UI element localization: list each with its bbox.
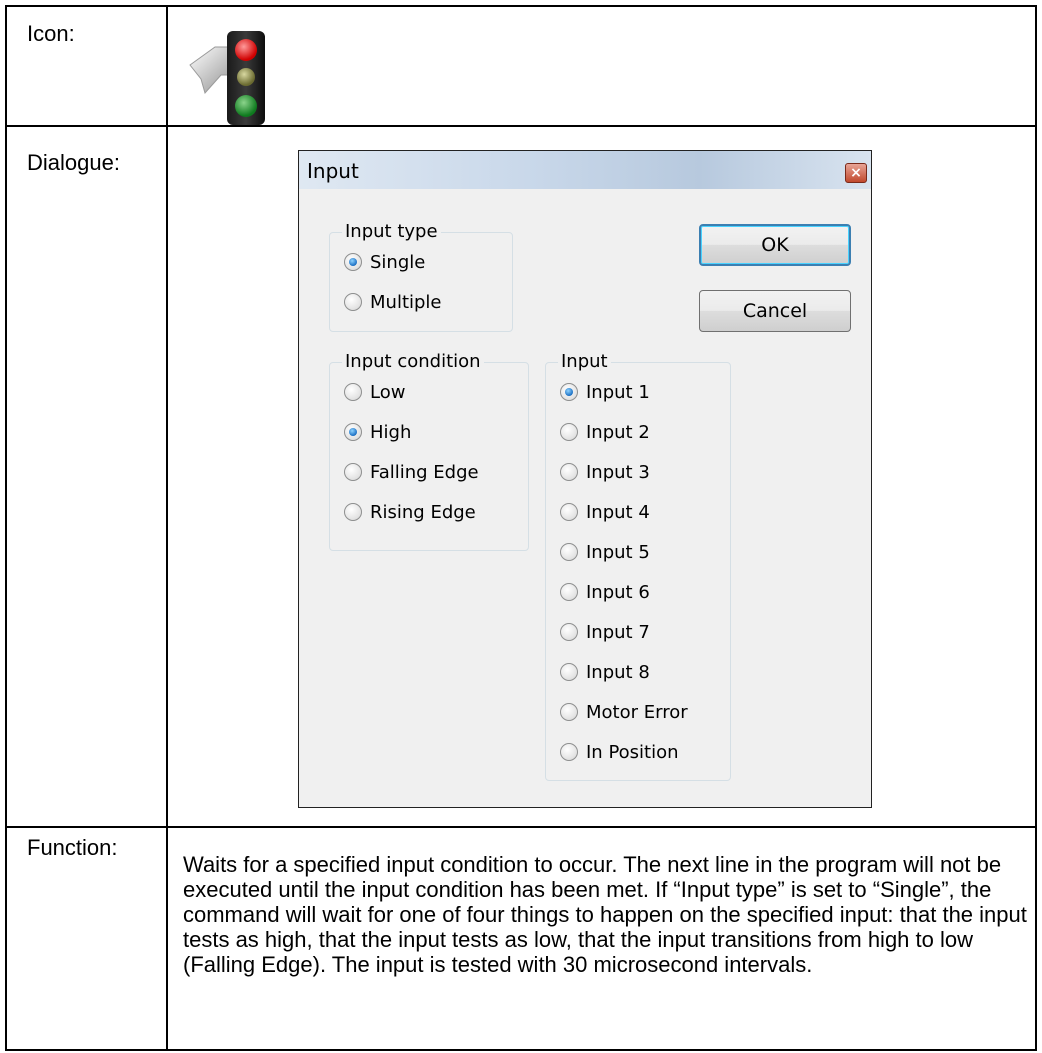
radio-label: High bbox=[370, 421, 412, 443]
dialogue-row-label: Dialogue: bbox=[27, 150, 120, 175]
radio-button[interactable] bbox=[560, 463, 578, 481]
radio-single[interactable]: Single bbox=[344, 250, 425, 274]
input-condition-group-title: Input condition bbox=[342, 351, 484, 372]
radio-label: Input 5 bbox=[586, 541, 650, 563]
radio-button-checked[interactable] bbox=[344, 253, 362, 271]
close-icon: × bbox=[850, 165, 862, 181]
radio-button[interactable] bbox=[560, 663, 578, 681]
radio-label: Input 4 bbox=[586, 501, 650, 523]
radio-input-8[interactable]: Input 8 bbox=[560, 660, 650, 684]
radio-label: Input 8 bbox=[586, 661, 650, 683]
radio-input-4[interactable]: Input 4 bbox=[560, 500, 650, 524]
radio-label: Low bbox=[370, 381, 406, 403]
radio-button-checked[interactable] bbox=[344, 423, 362, 441]
radio-button[interactable] bbox=[344, 293, 362, 311]
cancel-button[interactable]: Cancel bbox=[699, 290, 851, 332]
radio-high[interactable]: High bbox=[344, 420, 411, 444]
radio-input-1[interactable]: Input 1 bbox=[560, 380, 650, 404]
traffic-light-icon bbox=[187, 27, 287, 127]
radio-label: Single bbox=[370, 251, 426, 273]
radio-falling-edge[interactable]: Falling Edge bbox=[344, 460, 479, 484]
dialog-client-area: Input type Single Multiple OK Cancel Inp… bbox=[299, 189, 871, 807]
function-description: Waits for a specified input condition to… bbox=[183, 852, 1027, 977]
radio-button[interactable] bbox=[344, 463, 362, 481]
row-divider-2 bbox=[7, 826, 1035, 828]
radio-multiple[interactable]: Multiple bbox=[344, 290, 442, 314]
radio-rising-edge[interactable]: Rising Edge bbox=[344, 500, 476, 524]
radio-input-3[interactable]: Input 3 bbox=[560, 460, 650, 484]
dialog-titlebar[interactable]: Input × bbox=[299, 151, 871, 189]
radio-label: Multiple bbox=[370, 291, 442, 313]
radio-label: Motor Error bbox=[586, 701, 688, 723]
radio-label: Rising Edge bbox=[370, 501, 476, 523]
radio-label: Falling Edge bbox=[370, 461, 479, 483]
radio-button[interactable] bbox=[560, 543, 578, 561]
column-divider bbox=[166, 7, 168, 1049]
input-group: Input Input 1 Input 2 Input 3 Input 4 In… bbox=[545, 351, 731, 781]
radio-button-checked[interactable] bbox=[560, 383, 578, 401]
radio-button[interactable] bbox=[560, 623, 578, 641]
function-row-label: Function: bbox=[27, 835, 118, 860]
close-button[interactable]: × bbox=[845, 163, 867, 183]
row-divider-1 bbox=[7, 125, 1035, 127]
ok-button[interactable]: OK bbox=[699, 224, 851, 266]
icon-row-label: Icon: bbox=[27, 21, 75, 46]
radio-input-2[interactable]: Input 2 bbox=[560, 420, 650, 444]
radio-button[interactable] bbox=[560, 743, 578, 761]
radio-button[interactable] bbox=[560, 703, 578, 721]
radio-button[interactable] bbox=[560, 583, 578, 601]
radio-button[interactable] bbox=[560, 503, 578, 521]
input-type-group-title: Input type bbox=[342, 221, 441, 242]
radio-label: Input 2 bbox=[586, 421, 650, 443]
radio-label: Input 6 bbox=[586, 581, 650, 603]
radio-input-5[interactable]: Input 5 bbox=[560, 540, 650, 564]
radio-button[interactable] bbox=[344, 383, 362, 401]
radio-in-position[interactable]: In Position bbox=[560, 740, 679, 764]
input-condition-group: Input condition Low High Falling Edge Ri… bbox=[329, 351, 529, 551]
radio-label: Input 1 bbox=[586, 381, 650, 403]
radio-motor-error[interactable]: Motor Error bbox=[560, 700, 688, 724]
radio-label: Input 7 bbox=[586, 621, 650, 643]
radio-button[interactable] bbox=[560, 423, 578, 441]
radio-input-6[interactable]: Input 6 bbox=[560, 580, 650, 604]
input-dialog: Input × Input type Single Multiple OK Ca… bbox=[298, 150, 872, 808]
input-type-group: Input type Single Multiple bbox=[329, 221, 513, 332]
radio-label: In Position bbox=[586, 741, 679, 763]
radio-input-7[interactable]: Input 7 bbox=[560, 620, 650, 644]
radio-low[interactable]: Low bbox=[344, 380, 405, 404]
radio-label: Input 3 bbox=[586, 461, 650, 483]
dialog-title: Input bbox=[307, 159, 359, 183]
input-group-title: Input bbox=[558, 351, 611, 372]
radio-button[interactable] bbox=[344, 503, 362, 521]
